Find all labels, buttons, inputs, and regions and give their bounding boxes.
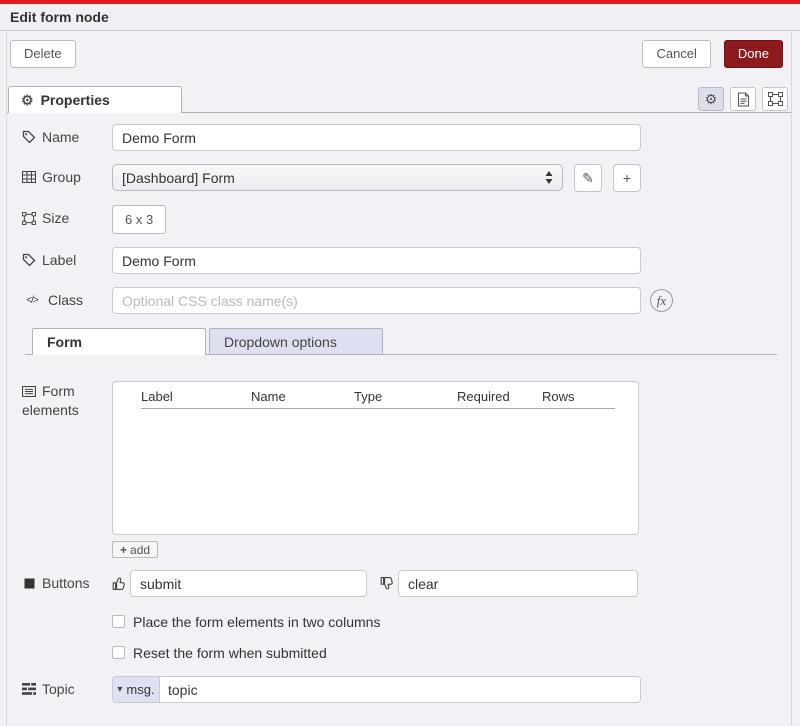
name-row: Name	[7, 124, 791, 151]
label-input[interactable]	[112, 247, 641, 274]
class-input[interactable]	[112, 287, 641, 314]
column-header: Type	[354, 389, 382, 404]
group-label: Group	[22, 164, 112, 185]
topic-type-label: msg.	[126, 682, 154, 697]
gear-icon: ⚙	[705, 91, 718, 108]
add-element-button[interactable]: + add	[112, 541, 158, 558]
editor-tabbar: ⚙ Properties ⚙	[7, 86, 791, 113]
properties-form: Name Group [Dashboard] Form ✎ +	[7, 113, 791, 703]
list-alt-icon	[22, 386, 36, 397]
form-elements-row: Form elements Label Name Type Required R…	[7, 381, 791, 535]
delete-button[interactable]: Delete	[10, 40, 76, 68]
thumbs-down-icon	[380, 576, 394, 594]
name-label: Name	[22, 124, 112, 145]
form-elements-empty-list[interactable]	[113, 408, 638, 534]
buttons-label: Buttons	[22, 570, 112, 591]
object-frame-icon	[22, 212, 36, 225]
label-label: Label	[22, 247, 112, 268]
plus-icon: +	[623, 170, 631, 186]
gear-icon: ⚙	[21, 92, 34, 109]
topic-row: Topic ▾ msg.	[7, 676, 791, 703]
column-header: Name	[251, 389, 286, 404]
plus-icon: +	[120, 543, 127, 557]
topic-label: Topic	[22, 676, 112, 697]
cancel-button[interactable]: Cancel	[642, 40, 710, 68]
table-icon	[22, 171, 36, 183]
table-header-rule	[141, 408, 615, 409]
topic-input[interactable]	[160, 677, 640, 702]
class-label: </> Class	[22, 287, 112, 308]
dialog-title: Edit form node	[0, 4, 800, 31]
column-header: Required	[457, 389, 510, 404]
size-button[interactable]: 6 x 3	[112, 205, 166, 234]
tab-dropdown-options[interactable]: Dropdown options	[209, 328, 383, 355]
buttons-row: Buttons	[7, 570, 791, 597]
toolbar-right-group: Cancel Done	[642, 40, 783, 68]
tag-icon	[22, 130, 36, 144]
done-button[interactable]: Done	[724, 40, 783, 68]
size-row: Size 6 x 3	[7, 205, 791, 234]
dialog-toolbar: Delete Cancel Done	[7, 32, 791, 77]
editor-tab-icons: ⚙	[698, 87, 788, 111]
checkbox-icon[interactable]	[112, 615, 125, 628]
tab-properties[interactable]: ⚙ Properties	[8, 86, 182, 113]
expression-fx-button[interactable]: fx	[650, 289, 673, 312]
description-icon-button[interactable]	[730, 87, 756, 111]
edit-dialog-body: Delete Cancel Done ⚙ Properties ⚙	[6, 32, 792, 726]
pencil-icon: ✎	[582, 170, 594, 187]
object-frame-icon	[768, 92, 783, 106]
select-arrows-icon	[545, 171, 553, 184]
caret-down-icon: ▾	[117, 684, 122, 695]
two-columns-checkbox-label: Place the form elements in two columns	[133, 614, 380, 630]
group-select[interactable]: [Dashboard] Form	[112, 164, 563, 191]
form-subtabs: Form Dropdown options	[25, 328, 777, 355]
properties-icon-button[interactable]: ⚙	[698, 87, 724, 111]
label-row: Label	[7, 247, 791, 274]
tab-properties-label: Properties	[41, 92, 110, 108]
reset-form-checkbox-row[interactable]: Reset the form when submitted	[112, 645, 791, 660]
tag-icon	[22, 253, 36, 267]
square-icon	[22, 578, 36, 589]
column-header: Label	[141, 389, 173, 404]
document-icon	[737, 92, 750, 107]
reset-form-checkbox-label: Reset the form when submitted	[133, 645, 327, 661]
code-icon: </>	[22, 295, 42, 306]
name-input[interactable]	[112, 124, 641, 151]
form-elements-label: Form elements	[22, 381, 112, 418]
group-row: Group [Dashboard] Form ✎ +	[7, 164, 791, 192]
column-header: Rows	[542, 389, 575, 404]
submit-button-text-input[interactable]	[130, 570, 367, 597]
add-group-button[interactable]: +	[613, 164, 641, 192]
clear-button-text-input[interactable]	[398, 570, 638, 597]
group-select-value: [Dashboard] Form	[122, 170, 545, 186]
form-elements-table: Label Name Type Required Rows	[112, 381, 639, 535]
class-row: </> Class fx	[7, 287, 791, 314]
thumbs-up-icon	[112, 576, 126, 594]
two-columns-checkbox-row[interactable]: Place the form elements in two columns	[112, 614, 791, 629]
tab-form[interactable]: Form	[32, 328, 206, 355]
tasks-icon	[22, 683, 36, 695]
form-elements-table-header: Label Name Type Required Rows	[113, 382, 638, 408]
topic-type-select[interactable]: ▾ msg.	[113, 677, 160, 702]
checkbox-icon[interactable]	[112, 646, 125, 659]
edit-group-button[interactable]: ✎	[574, 164, 602, 192]
topic-typed-input: ▾ msg.	[112, 676, 641, 703]
appearance-icon-button[interactable]	[762, 87, 788, 111]
size-label: Size	[22, 205, 112, 226]
